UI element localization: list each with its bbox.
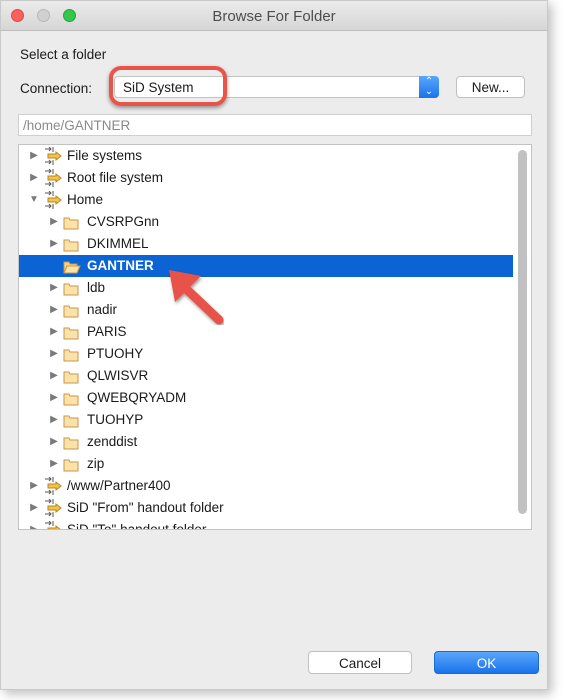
folder-icon bbox=[63, 457, 79, 472]
filter-connection-icon bbox=[43, 146, 62, 165]
tree-item[interactable]: ▶ zip bbox=[19, 453, 513, 475]
tree-item[interactable]: ▶ QWEBQRYADM bbox=[19, 387, 513, 409]
tree-item-label: PARIS bbox=[87, 324, 127, 339]
disclosure-triangle-icon[interactable]: ▶ bbox=[49, 321, 59, 343]
tree-item[interactable]: ▶ TUOHYP bbox=[19, 409, 513, 431]
disclosure-triangle-icon[interactable]: ▶ bbox=[49, 277, 59, 299]
tree-item-label: Root file system bbox=[67, 170, 164, 185]
chevron-updown-icon: ⌃ ⌄ bbox=[419, 76, 439, 98]
folder-icon bbox=[63, 347, 79, 362]
vertical-scrollbar[interactable] bbox=[518, 150, 527, 514]
disclosure-triangle-icon[interactable]: ▶ bbox=[49, 365, 59, 387]
tree-item-label: Home bbox=[67, 192, 104, 207]
tree-item[interactable]: ▶ Root file system bbox=[19, 167, 513, 189]
disclosure-triangle-icon[interactable]: ▶ bbox=[49, 299, 59, 321]
tree-item[interactable]: ▼ Home bbox=[19, 189, 513, 211]
annotation-highlight-ring bbox=[109, 66, 227, 106]
folder-icon bbox=[63, 281, 79, 296]
disclosure-triangle-icon[interactable]: ▶ bbox=[49, 409, 59, 431]
tree-item[interactable]: ▶ PTUOHY bbox=[19, 343, 513, 365]
folder-icon bbox=[63, 237, 79, 252]
browse-for-folder-dialog: Browse For Folder Select a folder Connec… bbox=[0, 0, 548, 690]
tree-item-label: ldb bbox=[87, 280, 106, 295]
filter-connection-icon bbox=[43, 476, 62, 495]
filter-connection-icon bbox=[43, 498, 62, 517]
tree-item-label: GANTNER bbox=[87, 258, 154, 273]
filter-connection-icon bbox=[43, 190, 62, 209]
disclosure-triangle-icon[interactable]: ▶ bbox=[49, 233, 59, 255]
tree-item[interactable]: ▶ zenddist bbox=[19, 431, 513, 453]
new-connection-button[interactable]: New... bbox=[456, 76, 525, 98]
open-folder-icon bbox=[63, 259, 81, 274]
disclosure-triangle-icon[interactable]: ▶ bbox=[49, 387, 59, 409]
tree-item-label: SiD "From" handout folder bbox=[67, 500, 224, 515]
tree-item-label: SiD "To" handout folder bbox=[67, 522, 207, 530]
folder-icon bbox=[63, 325, 79, 340]
tree-item-label: File systems bbox=[67, 148, 143, 163]
path-field[interactable]: /home/GANTNER bbox=[18, 114, 532, 136]
disclosure-triangle-icon[interactable]: ▶ bbox=[49, 431, 59, 453]
tree-item-label: PTUOHY bbox=[87, 346, 144, 361]
disclosure-triangle-icon[interactable]: ▶ bbox=[29, 475, 39, 497]
tree-item[interactable]: ▶ ldb bbox=[19, 277, 513, 299]
ok-button[interactable]: OK bbox=[434, 651, 539, 674]
disclosure-triangle-icon[interactable]: ▶ bbox=[49, 343, 59, 365]
disclosure-triangle-icon[interactable]: ▶ bbox=[29, 145, 39, 167]
expanded-triangle-icon[interactable]: ▼ bbox=[29, 189, 39, 211]
tree-item-label: zip bbox=[87, 456, 105, 471]
disclosure-triangle-icon[interactable]: ▶ bbox=[49, 211, 59, 233]
folder-icon bbox=[63, 215, 79, 230]
disclosure-triangle-icon[interactable]: ▶ bbox=[29, 167, 39, 189]
tree-item[interactable]: ▶ CVSRPGnn bbox=[19, 211, 513, 233]
tree-item-label: QLWISVR bbox=[87, 368, 149, 383]
folder-icon bbox=[63, 413, 79, 428]
tree-item[interactable]: ▶ nadir bbox=[19, 299, 513, 321]
folder-icon bbox=[63, 391, 79, 406]
tree-item[interactable]: ▶ SiD "From" handout folder bbox=[19, 497, 513, 519]
folder-icon bbox=[63, 369, 79, 384]
window-title: Browse For Folder bbox=[212, 8, 336, 25]
folder-tree[interactable]: ▶ SiD "To" handout folder ▶ SiD "From" hand… bbox=[18, 144, 532, 530]
disclosure-triangle-icon[interactable]: ▶ bbox=[29, 497, 39, 519]
tree-item[interactable]: ▶ File systems bbox=[19, 145, 513, 167]
disclosure-triangle-icon[interactable]: ▶ bbox=[49, 453, 59, 475]
disclosure-triangle-icon[interactable]: ▶ bbox=[29, 519, 39, 529]
folder-icon bbox=[63, 435, 79, 450]
tree-item-label: /www/Partner400 bbox=[67, 478, 171, 493]
tree-item-label: CVSRPGnn bbox=[87, 214, 160, 229]
tree-item-label: nadir bbox=[87, 302, 118, 317]
tree-item-label: zenddist bbox=[87, 434, 138, 449]
tree-item[interactable]: GANTNER bbox=[19, 255, 513, 277]
filter-connection-icon bbox=[43, 520, 61, 529]
prompt-label: Select a folder bbox=[20, 47, 107, 62]
folder-icon bbox=[63, 303, 79, 318]
tree-item[interactable]: ▶ QLWISVR bbox=[19, 365, 513, 387]
tree-item[interactable]: ▶ PARIS bbox=[19, 321, 513, 343]
tree-item-label: TUOHYP bbox=[87, 412, 144, 427]
cancel-button[interactable]: Cancel bbox=[308, 651, 412, 674]
tree-item[interactable]: ▶ /www/Partner400 bbox=[19, 475, 513, 497]
tree-item-label: DKIMMEL bbox=[87, 236, 149, 251]
annotation-arrow bbox=[169, 270, 224, 325]
title-bar: Browse For Folder bbox=[1, 1, 547, 31]
tree-item[interactable]: ▶ DKIMMEL bbox=[19, 233, 513, 255]
filter-connection-icon bbox=[43, 168, 62, 187]
tree-item[interactable]: ▶ SiD "To" handout folder bbox=[19, 519, 513, 530]
connection-label: Connection: bbox=[20, 81, 93, 96]
tree-item-label: QWEBQRYADM bbox=[87, 390, 187, 405]
